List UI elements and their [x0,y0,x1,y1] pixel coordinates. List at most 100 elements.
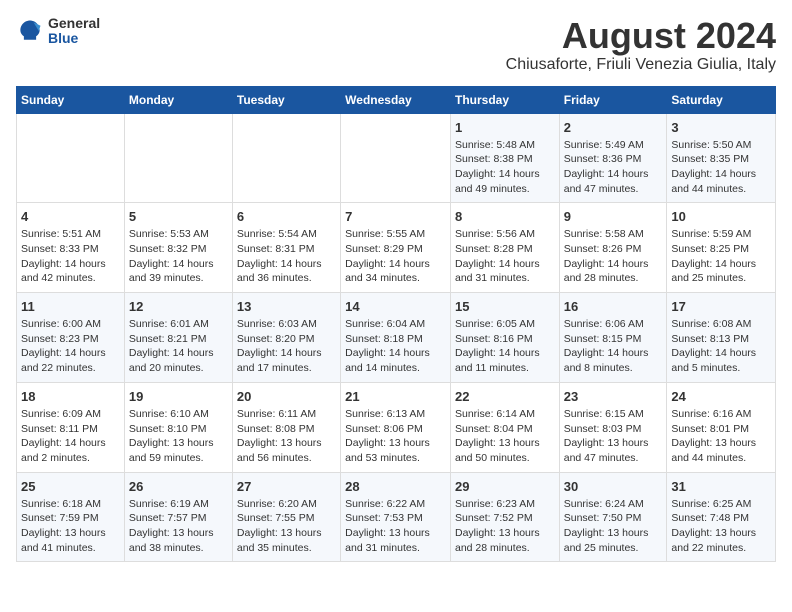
calendar-week-row: 4 Sunrise: 5:51 AMSunset: 8:33 PMDaylight… [17,203,776,293]
day-number: 3 [671,120,771,135]
day-number: 25 [21,479,120,494]
day-info: Sunrise: 6:18 AMSunset: 7:59 PMDaylight:… [21,497,120,556]
day-info: Sunrise: 6:01 AMSunset: 8:21 PMDaylight:… [129,317,228,376]
calendar-cell: 17Sunrise: 6:08 AMSunset: 8:13 PMDayligh… [667,293,776,383]
calendar-header-row: Sunday Monday Tuesday Wednesday Thursday… [17,86,776,113]
calendar-cell: 21Sunrise: 6:13 AMSunset: 8:06 PMDayligh… [341,382,451,472]
calendar-table: Sunday Monday Tuesday Wednesday Thursday… [16,86,776,563]
calendar-cell: 11 Sunrise: 6:00 AMSunset: 8:23 PMDayligh… [17,293,125,383]
day-info: Sunrise: 6:13 AMSunset: 8:06 PMDaylight:… [345,407,446,466]
day-info: Sunrise: 6:19 AMSunset: 7:57 PMDaylight:… [129,497,228,556]
calendar-cell: 26 Sunrise: 6:19 AMSunset: 7:57 PMDayligh… [124,472,232,562]
day-info: Sunrise: 6:15 AMSunset: 8:03 PMDaylight:… [564,407,663,466]
header-monday: Monday [124,86,232,113]
day-number: 19 [129,389,228,404]
day-info: Sunrise: 5:53 AMSunset: 8:32 PMDaylight:… [129,227,228,286]
day-number: 1 [455,120,555,135]
day-number: 16 [564,299,663,314]
day-info: Sunrise: 5:48 AMSunset: 8:38 PMDaylight:… [455,138,555,197]
calendar-cell: 13 Sunrise: 6:03 AMSunset: 8:20 PMDayligh… [232,293,340,383]
calendar-cell: 15Sunrise: 6:05 AMSunset: 8:16 PMDayligh… [450,293,559,383]
day-number: 20 [237,389,336,404]
calendar-cell: 27Sunrise: 6:20 AMSunset: 7:55 PMDayligh… [232,472,340,562]
calendar-week-row: 1 Sunrise: 5:48 AMSunset: 8:38 PMDaylight… [17,113,776,203]
month-year-title: August 2024 [506,16,776,56]
calendar-cell: 22 Sunrise: 6:14 AMSunset: 8:04 PMDayligh… [450,382,559,472]
calendar-cell: 10Sunrise: 5:59 AMSunset: 8:25 PMDayligh… [667,203,776,293]
day-info: Sunrise: 6:22 AMSunset: 7:53 PMDaylight:… [345,497,446,556]
calendar-cell: 20 Sunrise: 6:11 AMSunset: 8:08 PMDayligh… [232,382,340,472]
calendar-cell: 8Sunrise: 5:56 AMSunset: 8:28 PMDaylight… [450,203,559,293]
day-info: Sunrise: 6:25 AMSunset: 7:48 PMDaylight:… [671,497,771,556]
day-number: 23 [564,389,663,404]
day-number: 24 [671,389,771,404]
calendar-cell: 7Sunrise: 5:55 AMSunset: 8:29 PMDaylight… [341,203,451,293]
header-friday: Friday [559,86,667,113]
header-saturday: Saturday [667,86,776,113]
header-tuesday: Tuesday [232,86,340,113]
calendar-cell: 23 Sunrise: 6:15 AMSunset: 8:03 PMDayligh… [559,382,667,472]
day-info: Sunrise: 6:09 AMSunset: 8:11 PMDaylight:… [21,407,120,466]
calendar-cell [124,113,232,203]
day-info: Sunrise: 6:11 AMSunset: 8:08 PMDaylight:… [237,407,336,466]
calendar-cell: 1 Sunrise: 5:48 AMSunset: 8:38 PMDaylight… [450,113,559,203]
day-info: Sunrise: 5:51 AMSunset: 8:33 PMDaylight:… [21,227,120,286]
day-number: 22 [455,389,555,404]
calendar-cell: 25 Sunrise: 6:18 AMSunset: 7:59 PMDayligh… [17,472,125,562]
logo-text: General Blue [48,16,100,47]
day-number: 13 [237,299,336,314]
day-info: Sunrise: 6:03 AMSunset: 8:20 PMDaylight:… [237,317,336,376]
logo-icon [16,17,44,45]
day-info: Sunrise: 6:24 AMSunset: 7:50 PMDaylight:… [564,497,663,556]
day-info: Sunrise: 6:00 AMSunset: 8:23 PMDaylight:… [21,317,120,376]
day-info: Sunrise: 6:14 AMSunset: 8:04 PMDaylight:… [455,407,555,466]
calendar-cell: 28 Sunrise: 6:22 AMSunset: 7:53 PMDayligh… [341,472,451,562]
logo-general-text: General [48,16,100,31]
day-number: 26 [129,479,228,494]
day-number: 14 [345,299,446,314]
day-info: Sunrise: 6:23 AMSunset: 7:52 PMDaylight:… [455,497,555,556]
location-subtitle: Chiusaforte, Friuli Venezia Giulia, Ital… [506,56,776,74]
logo-blue-text: Blue [48,31,100,46]
calendar-cell: 9Sunrise: 5:58 AMSunset: 8:26 PMDaylight… [559,203,667,293]
calendar-cell: 18 Sunrise: 6:09 AMSunset: 8:11 PMDayligh… [17,382,125,472]
day-info: Sunrise: 6:20 AMSunset: 7:55 PMDaylight:… [237,497,336,556]
day-number: 29 [455,479,555,494]
header-sunday: Sunday [17,86,125,113]
day-number: 11 [21,299,120,314]
header-wednesday: Wednesday [341,86,451,113]
day-info: Sunrise: 5:54 AMSunset: 8:31 PMDaylight:… [237,227,336,286]
calendar-cell: 6Sunrise: 5:54 AMSunset: 8:31 PMDaylight… [232,203,340,293]
calendar-cell: 31 Sunrise: 6:25 AMSunset: 7:48 PMDayligh… [667,472,776,562]
calendar-body: 1 Sunrise: 5:48 AMSunset: 8:38 PMDaylight… [17,113,776,562]
calendar-cell: 4 Sunrise: 5:51 AMSunset: 8:33 PMDaylight… [17,203,125,293]
day-number: 8 [455,209,555,224]
day-number: 2 [564,120,663,135]
day-number: 30 [564,479,663,494]
calendar-cell: 12 Sunrise: 6:01 AMSunset: 8:21 PMDayligh… [124,293,232,383]
calendar-cell: 16 Sunrise: 6:06 AMSunset: 8:15 PMDayligh… [559,293,667,383]
calendar-week-row: 11 Sunrise: 6:00 AMSunset: 8:23 PMDayligh… [17,293,776,383]
day-number: 28 [345,479,446,494]
calendar-cell: 24Sunrise: 6:16 AMSunset: 8:01 PMDayligh… [667,382,776,472]
day-number: 31 [671,479,771,494]
calendar-cell [17,113,125,203]
day-info: Sunrise: 6:10 AMSunset: 8:10 PMDaylight:… [129,407,228,466]
calendar-week-row: 18 Sunrise: 6:09 AMSunset: 8:11 PMDayligh… [17,382,776,472]
page-header: General Blue August 2024 Chiusaforte, Fr… [16,16,776,74]
calendar-cell: 3Sunrise: 5:50 AMSunset: 8:35 PMDaylight… [667,113,776,203]
day-number: 5 [129,209,228,224]
day-number: 18 [21,389,120,404]
day-number: 9 [564,209,663,224]
day-number: 12 [129,299,228,314]
day-info: Sunrise: 6:06 AMSunset: 8:15 PMDaylight:… [564,317,663,376]
day-number: 4 [21,209,120,224]
day-info: Sunrise: 5:49 AMSunset: 8:36 PMDaylight:… [564,138,663,197]
calendar-cell: 2 Sunrise: 5:49 AMSunset: 8:36 PMDaylight… [559,113,667,203]
calendar-cell [341,113,451,203]
day-info: Sunrise: 6:05 AMSunset: 8:16 PMDaylight:… [455,317,555,376]
calendar-week-row: 25 Sunrise: 6:18 AMSunset: 7:59 PMDayligh… [17,472,776,562]
calendar-cell: 30 Sunrise: 6:24 AMSunset: 7:50 PMDayligh… [559,472,667,562]
day-info: Sunrise: 5:59 AMSunset: 8:25 PMDaylight:… [671,227,771,286]
title-area: August 2024 Chiusaforte, Friuli Venezia … [506,16,776,74]
